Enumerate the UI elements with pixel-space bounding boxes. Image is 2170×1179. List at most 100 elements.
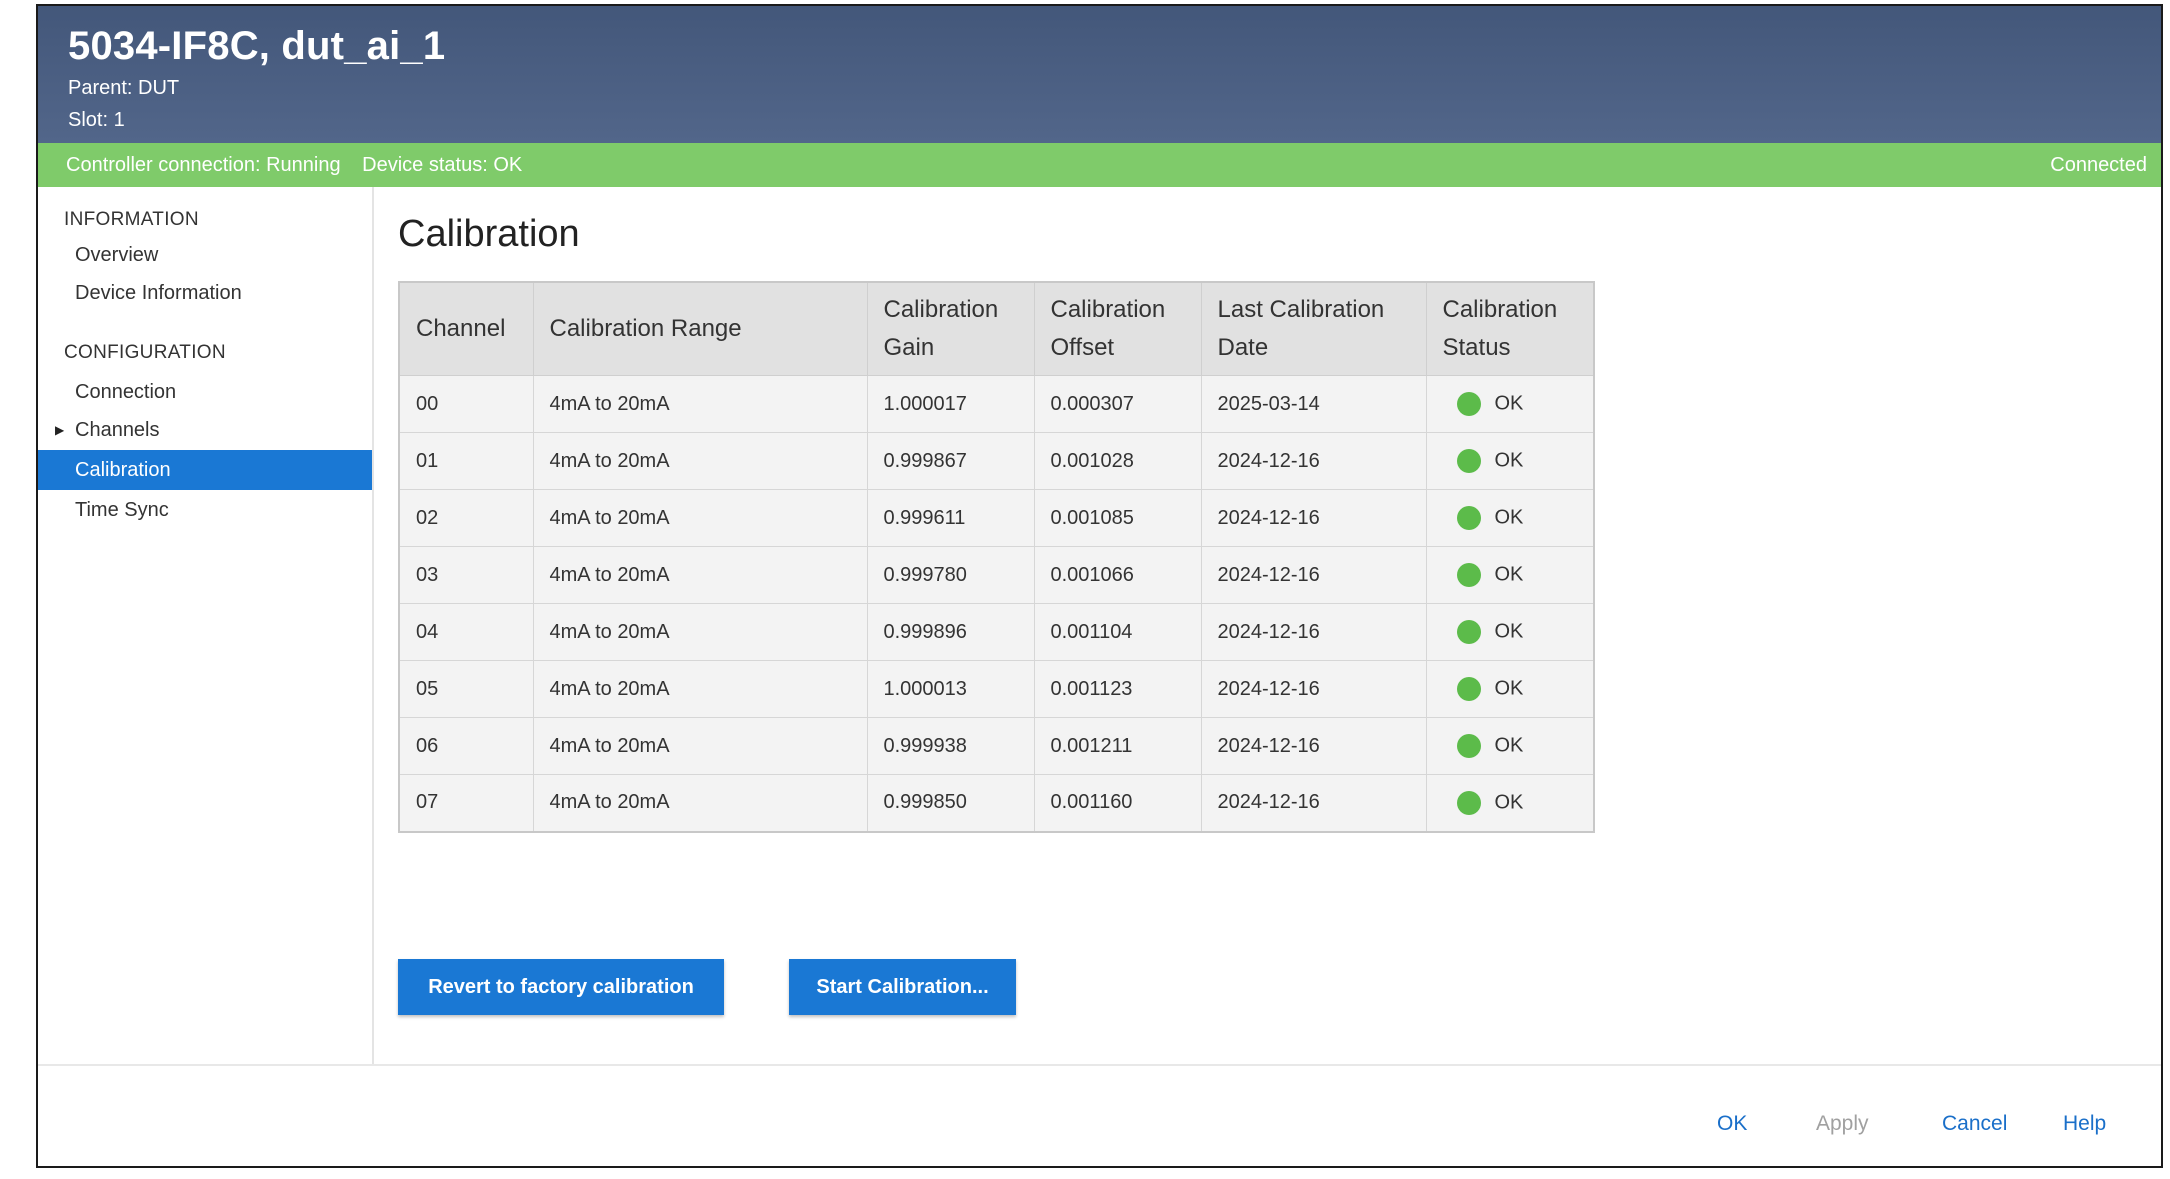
cell-date: 2024-12-16: [1200, 774, 1427, 832]
slot-label: Slot: 1: [68, 109, 125, 131]
status-ok-icon: [1456, 563, 1481, 587]
sidebar-item-label: Channels: [75, 419, 160, 441]
status-ok-icon: [1456, 677, 1481, 701]
cell-gain: 0.999867: [866, 432, 1035, 490]
sidebar-item-channels[interactable]: ▶ Channels: [38, 410, 372, 450]
properties-dialog: 5034-IF8C, dut_ai_1 Parent: DUT Slot: 1 …: [36, 4, 2163, 1168]
cell-range: 4mA to 20mA: [532, 603, 868, 661]
cell-channel: 05: [398, 660, 534, 718]
cell-gain: 0.999896: [866, 603, 1035, 661]
sidebar-item-overview[interactable]: Overview: [38, 235, 372, 275]
cell-offset: 0.001066: [1033, 546, 1202, 604]
controller-connection-status: Controller connection: Running: [66, 154, 341, 176]
dialog-header: 5034-IF8C, dut_ai_1 Parent: DUT Slot: 1: [38, 6, 2161, 143]
section-information: INFORMATION: [64, 209, 199, 230]
cell-channel: 01: [398, 432, 534, 490]
sidebar-item-label: Device Information: [75, 282, 242, 304]
sidebar-item-label: Time Sync: [75, 499, 169, 521]
cell-status: OK: [1425, 774, 1595, 832]
cell-range: 4mA to 20mA: [532, 546, 868, 604]
column-header-offset: Calibration Offset: [1033, 281, 1202, 376]
module-title: 5034-IF8C, dut_ai_1: [68, 24, 446, 68]
main-content: Calibration Channel Calibration Range Ca…: [376, 187, 2161, 1064]
expand-caret-icon[interactable]: ▶: [55, 410, 64, 450]
column-header-last-date: Last Calibration Date: [1200, 281, 1427, 376]
cell-range: 4mA to 20mA: [532, 717, 868, 775]
cell-status: OK: [1425, 489, 1595, 547]
device-status: Device status: OK: [362, 154, 523, 176]
cell-offset: 0.001028: [1033, 432, 1202, 490]
ok-button[interactable]: OK: [1717, 1112, 1747, 1136]
status-ok-icon: [1456, 506, 1481, 530]
cell-channel: 03: [398, 546, 534, 604]
cell-date: 2024-12-16: [1200, 603, 1427, 661]
table-row[interactable]: 05 4mA to 20mA 1.000013 0.001123 2024-12…: [398, 660, 1595, 718]
cell-gain: 1.000013: [866, 660, 1035, 718]
cell-offset: 0.001085: [1033, 489, 1202, 547]
calibration-table: Channel Calibration Range Calibration Ga…: [398, 281, 1595, 833]
cell-date: 2024-12-16: [1200, 432, 1427, 490]
table-row[interactable]: 01 4mA to 20mA 0.999867 0.001028 2024-12…: [398, 432, 1595, 490]
table-header-row: Channel Calibration Range Calibration Ga…: [398, 281, 1595, 376]
cell-offset: 0.001211: [1033, 717, 1202, 775]
revert-factory-calibration-button[interactable]: Revert to factory calibration: [398, 959, 724, 1015]
status-ok-icon: [1456, 392, 1481, 416]
sidebar-item-connection[interactable]: Connection: [38, 372, 372, 412]
table-row[interactable]: 04 4mA to 20mA 0.999896 0.001104 2024-12…: [398, 603, 1595, 661]
cell-offset: 0.001104: [1033, 603, 1202, 661]
column-header-channel: Channel: [398, 281, 534, 376]
cell-gain: 0.999780: [866, 546, 1035, 604]
status-bar: Controller connection: Running Device st…: [38, 143, 2161, 187]
cell-status: OK: [1425, 432, 1595, 490]
cell-channel: 06: [398, 717, 534, 775]
cell-range: 4mA to 20mA: [532, 660, 868, 718]
table-row[interactable]: 03 4mA to 20mA 0.999780 0.001066 2024-12…: [398, 546, 1595, 604]
sidebar-item-device-information[interactable]: Device Information: [38, 273, 372, 313]
cell-range: 4mA to 20mA: [532, 774, 868, 832]
cell-gain: 0.999611: [866, 489, 1035, 547]
section-configuration: CONFIGURATION: [64, 342, 226, 363]
cell-status: OK: [1425, 660, 1595, 718]
page-title: Calibration: [398, 213, 580, 255]
cell-range: 4mA to 20mA: [532, 432, 868, 490]
category-sidebar: INFORMATION Overview Device Information …: [38, 187, 374, 1064]
sidebar-item-label: Connection: [75, 381, 177, 403]
status-ok-icon: [1456, 449, 1481, 473]
cancel-button[interactable]: Cancel: [1942, 1112, 2007, 1136]
apply-button[interactable]: Apply: [1816, 1112, 1869, 1136]
cell-gain: 1.000017: [866, 375, 1035, 433]
cell-offset: 0.001160: [1033, 774, 1202, 832]
status-ok-icon: [1456, 620, 1481, 644]
cell-range: 4mA to 20mA: [532, 489, 868, 547]
cell-status: OK: [1425, 603, 1595, 661]
dialog-footer: OK Apply Cancel Help: [38, 1064, 2161, 1166]
cell-date: 2025-03-14: [1200, 375, 1427, 433]
cell-offset: 0.001123: [1033, 660, 1202, 718]
column-header-range: Calibration Range: [532, 281, 868, 376]
cell-gain: 0.999850: [866, 774, 1035, 832]
start-calibration-button[interactable]: Start Calibration...: [789, 959, 1016, 1015]
status-ok-icon: [1456, 790, 1481, 815]
status-ok-icon: [1456, 734, 1481, 758]
sidebar-item-calibration[interactable]: Calibration: [38, 450, 372, 490]
help-button[interactable]: Help: [2063, 1112, 2106, 1136]
cell-date: 2024-12-16: [1200, 546, 1427, 604]
cell-date: 2024-12-16: [1200, 489, 1427, 547]
cell-channel: 04: [398, 603, 534, 661]
cell-date: 2024-12-16: [1200, 660, 1427, 718]
sidebar-item-label: Calibration: [75, 459, 171, 481]
cell-range: 4mA to 20mA: [532, 375, 868, 433]
cell-status: OK: [1425, 546, 1595, 604]
parent-label: Parent: DUT: [68, 77, 180, 99]
connection-state: Connected: [2050, 154, 2147, 176]
cell-status: OK: [1425, 717, 1595, 775]
table-row[interactable]: 06 4mA to 20mA 0.999938 0.001211 2024-12…: [398, 717, 1595, 775]
sidebar-item-time-sync[interactable]: Time Sync: [38, 490, 372, 530]
cell-channel: 02: [398, 489, 534, 547]
cell-offset: 0.000307: [1033, 375, 1202, 433]
table-row[interactable]: 02 4mA to 20mA 0.999611 0.001085 2024-12…: [398, 489, 1595, 547]
table-row[interactable]: 07 4mA to 20mA 0.999850 0.001160 2024-12…: [398, 774, 1595, 832]
table-row[interactable]: 00 4mA to 20mA 1.000017 0.000307 2025-03…: [398, 375, 1595, 433]
cell-date: 2024-12-16: [1200, 717, 1427, 775]
column-header-gain: Calibration Gain: [866, 281, 1035, 376]
